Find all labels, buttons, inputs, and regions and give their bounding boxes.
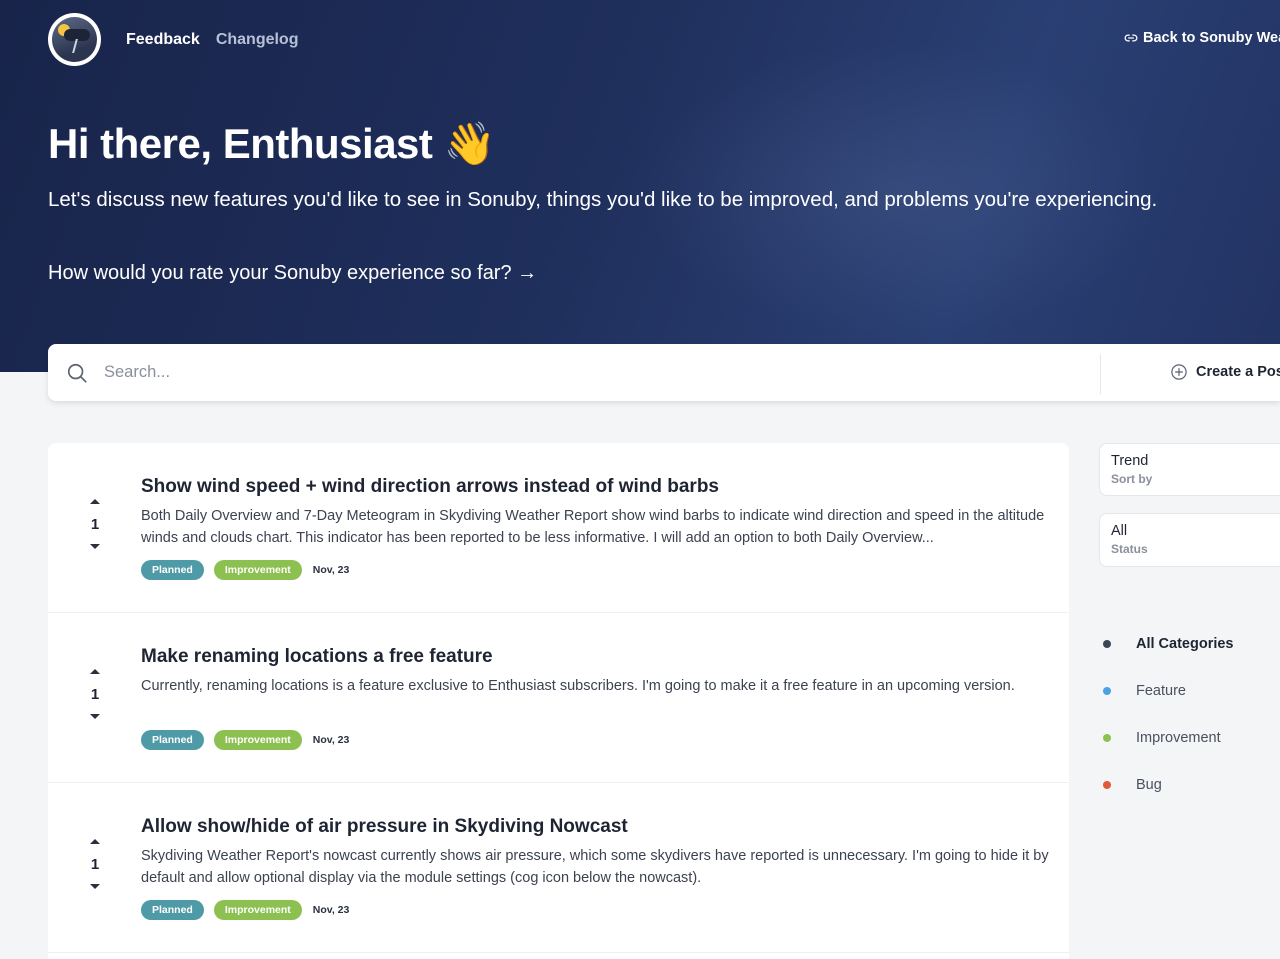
post-description: Both Daily Overview and 7-Day Meteogram … xyxy=(141,508,1045,546)
category-dot-icon xyxy=(1103,686,1111,695)
category-bug[interactable]: Bug xyxy=(1103,761,1234,808)
category-label: Improvement xyxy=(1136,729,1221,746)
status-badge: Planned xyxy=(141,900,204,920)
downvote-icon[interactable] xyxy=(90,884,100,889)
vote-control: 1 xyxy=(78,499,112,549)
post-list: 1 Show wind speed + wind direction arrow… xyxy=(48,443,1069,959)
post-description: Skydiving Weather Report's nowcast curre… xyxy=(141,848,1049,886)
post-item[interactable]: 1 Allow show/hide of air pressure in Sky… xyxy=(48,783,1069,953)
upvote-icon[interactable] xyxy=(90,669,100,674)
status-badge: Planned xyxy=(141,730,204,750)
post-item[interactable]: 1 Make renaming locations a free feature… xyxy=(48,613,1069,783)
hero-banner: Feedback Changelog Back to Sonuby Wea Hi… xyxy=(0,0,1280,372)
category-label: Bug xyxy=(1136,776,1162,793)
link-icon xyxy=(1124,34,1138,42)
weather-logo-icon xyxy=(52,17,97,62)
category-all[interactable]: All Categories xyxy=(1103,620,1234,667)
downvote-icon[interactable] xyxy=(90,714,100,719)
search-icon xyxy=(67,363,87,383)
vote-control: 1 xyxy=(78,669,112,719)
sonuby-logo[interactable] xyxy=(48,13,101,66)
category-feature[interactable]: Feature xyxy=(1103,667,1234,714)
status-value: All xyxy=(1111,523,1128,539)
vote-count: 1 xyxy=(90,516,100,533)
category-dot-icon xyxy=(1103,733,1111,742)
category-dot-icon xyxy=(1103,780,1111,789)
category-improvement[interactable]: Improvement xyxy=(1103,714,1234,761)
post-title[interactable]: Allow show/hide of air pressure in Skydi… xyxy=(141,816,628,838)
search-input[interactable] xyxy=(104,363,1064,382)
category-badge: Improvement xyxy=(213,730,302,750)
downvote-icon[interactable] xyxy=(90,544,100,549)
page-greeting: Hi there, Enthusiast 👋 xyxy=(48,120,496,167)
back-link-label: Back to Sonuby Wea xyxy=(1143,30,1280,46)
category-badge: Improvement xyxy=(213,560,302,580)
back-to-site-link[interactable]: Back to Sonuby Wea xyxy=(1124,30,1280,46)
create-post-button[interactable]: Create a Pos xyxy=(1170,363,1280,381)
vote-control: 1 xyxy=(78,839,112,889)
post-date: Nov, 23 xyxy=(312,734,350,746)
sort-value: Trend xyxy=(1111,453,1149,469)
status-select[interactable]: All Status xyxy=(1099,513,1280,567)
post-date: Nov, 23 xyxy=(312,904,350,916)
nav-changelog[interactable]: Changelog xyxy=(216,31,299,49)
nav-feedback[interactable]: Feedback xyxy=(126,31,200,49)
top-nav: Feedback Changelog xyxy=(126,31,298,49)
category-list: All Categories Feature Improvement Bug xyxy=(1103,620,1234,808)
post-title[interactable]: Show wind speed + wind direction arrows … xyxy=(141,476,719,498)
status-label: Status xyxy=(1111,542,1148,556)
post-item[interactable]: 1 Show wind speed + wind direction arrow… xyxy=(48,443,1069,613)
status-badge: Planned xyxy=(141,560,204,580)
create-post-label: Create a Pos xyxy=(1196,364,1280,380)
intro-text: Let's discuss new features you'd like to… xyxy=(48,188,1158,211)
category-dot-icon xyxy=(1103,639,1111,648)
upvote-icon[interactable] xyxy=(90,839,100,844)
upvote-icon[interactable] xyxy=(90,499,100,504)
plus-circle-icon xyxy=(1171,364,1187,380)
search-bar: Create a Pos xyxy=(48,344,1280,401)
post-description: Currently, renaming locations is a featu… xyxy=(141,678,1015,694)
post-title[interactable]: Make renaming locations a free feature xyxy=(141,646,493,668)
category-label: Feature xyxy=(1136,682,1186,699)
category-label: All Categories xyxy=(1136,635,1234,652)
vote-count: 1 xyxy=(90,856,100,873)
category-badge: Improvement xyxy=(213,900,302,920)
post-tags: Planned Improvement Nov, 23 xyxy=(141,730,349,750)
post-date: Nov, 23 xyxy=(312,564,350,576)
sort-by-select[interactable]: Trend Sort by xyxy=(1099,443,1280,496)
vote-count: 1 xyxy=(90,686,100,703)
post-tags: Planned Improvement Nov, 23 xyxy=(141,560,349,580)
search-divider xyxy=(1100,354,1101,394)
rate-experience-link[interactable]: How would you rate your Sonuby experienc… xyxy=(48,262,537,285)
sort-label: Sort by xyxy=(1111,472,1153,486)
post-tags: Planned Improvement Nov, 23 xyxy=(141,900,349,920)
